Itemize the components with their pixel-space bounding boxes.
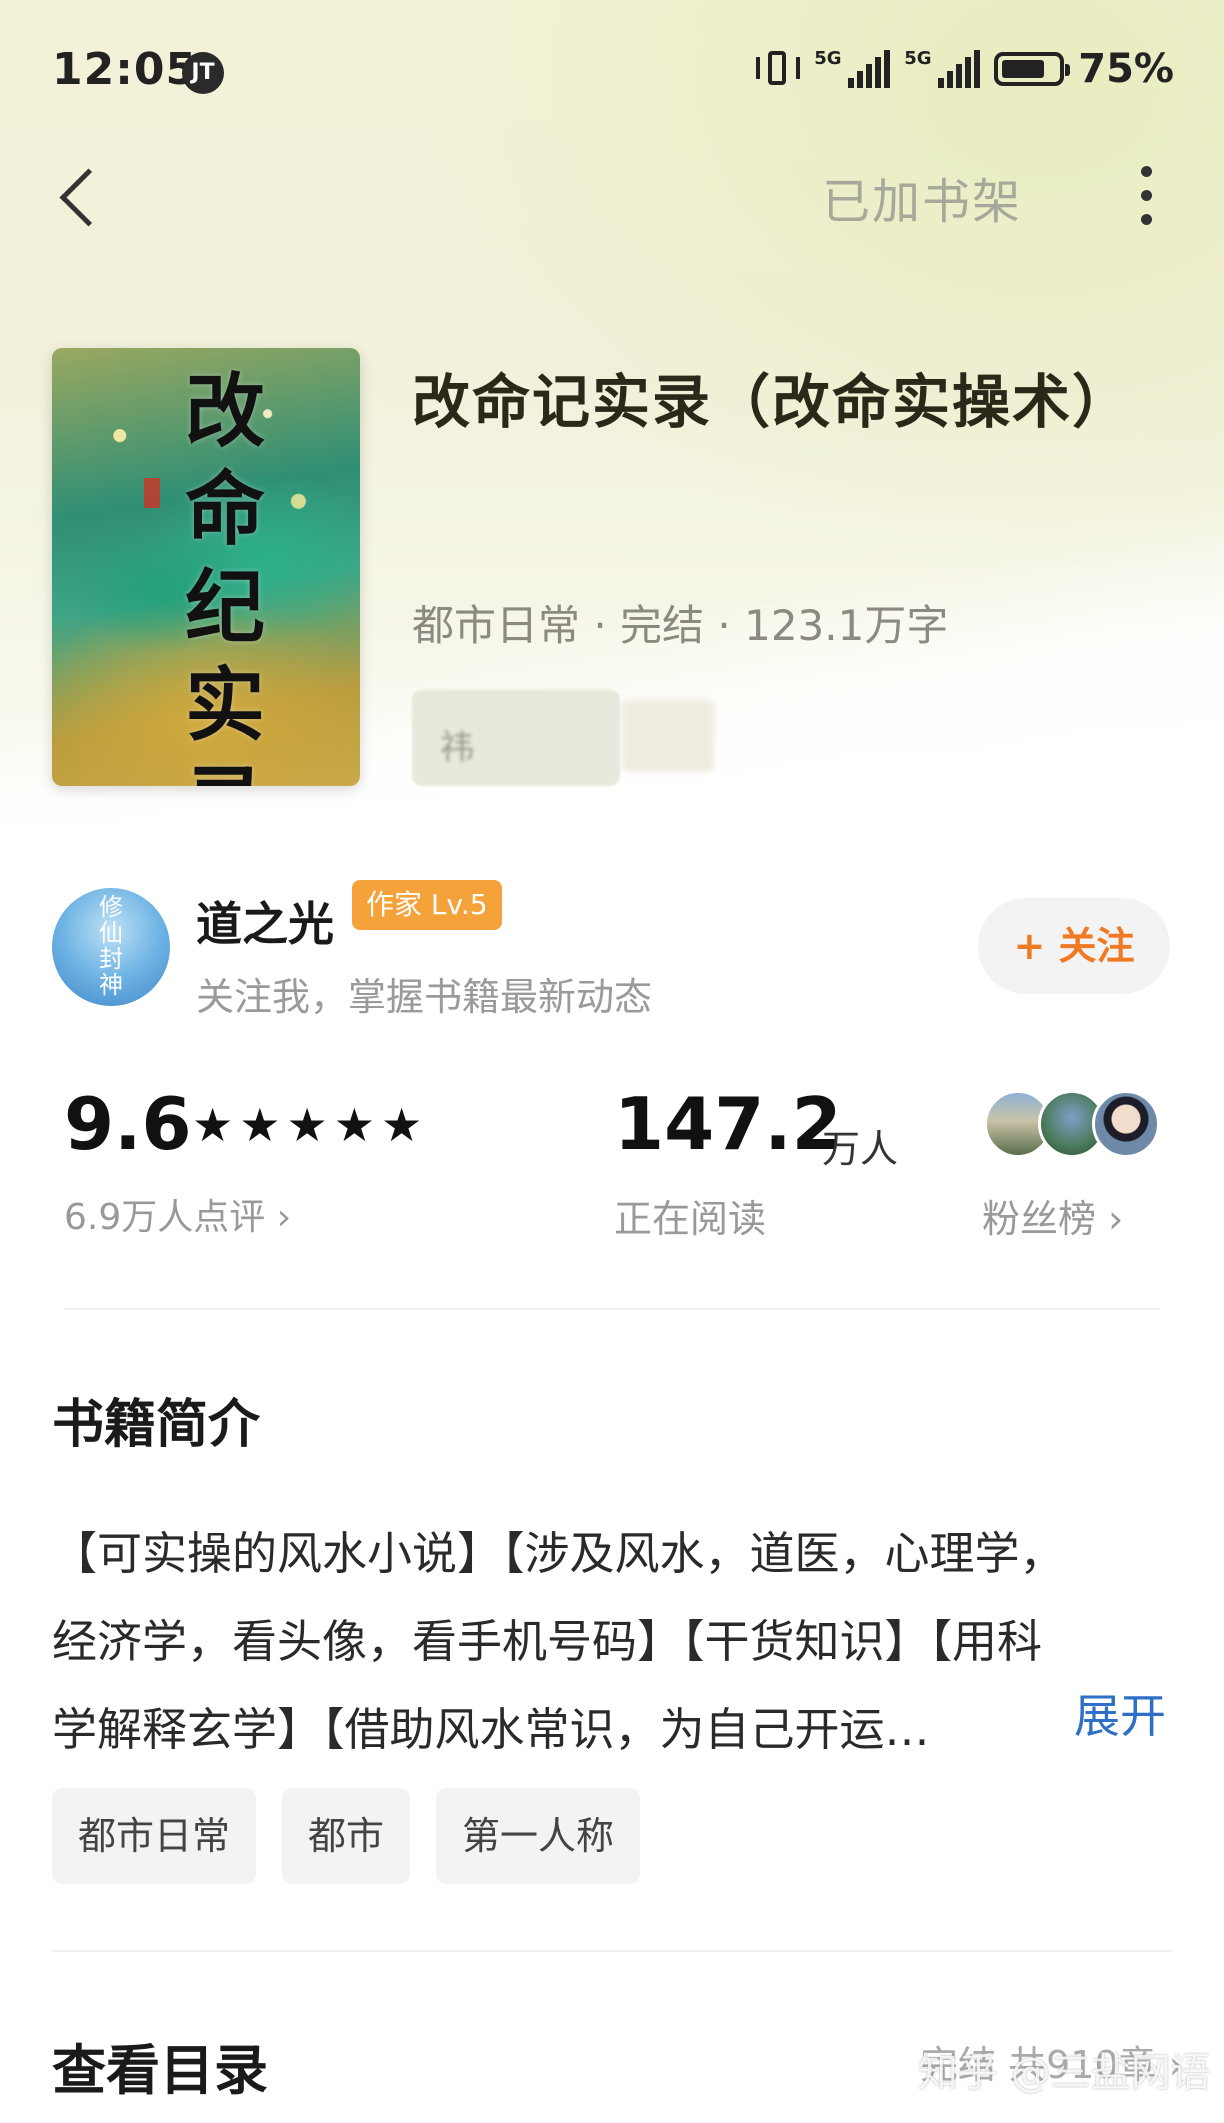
intro-text: 【可实操的风水小说】【涉及风水，道医，心理学， 经济学，看头像，看手机号码】【干… (52, 1510, 1172, 1774)
readers-unit: 万人 (822, 1127, 899, 1171)
more-dots-icon (1141, 166, 1152, 177)
blurred-text: 祎 (440, 728, 474, 768)
intro-line: 经济学，看头像，看手机号码】【干货知识】【用科 (52, 1615, 1043, 1668)
rating-count-link[interactable]: 6.9万人点评 › (64, 1188, 291, 1240)
battery-percent: 75% (1078, 46, 1174, 92)
author-avatar[interactable]: 修仙封神 (52, 888, 170, 1006)
more-options-button[interactable] (1128, 160, 1164, 230)
signal-icon-2: 5G (904, 48, 981, 88)
cover-title: 改命纪实录 (185, 364, 265, 786)
back-button[interactable] (50, 155, 118, 235)
battery-icon (994, 52, 1071, 86)
intro-line: 学解释玄学】【借助风水常识，为自己开运… (52, 1703, 930, 1756)
chevron-left-icon (59, 168, 118, 227)
vibrate-icon (756, 49, 801, 89)
fans-rank-link[interactable]: 粉丝榜 › (982, 1188, 1123, 1243)
intro-title: 书籍简介 (52, 1395, 261, 1455)
avatar-text: 修仙封神 (99, 893, 123, 999)
star-rating-icon: ★★★★★ (192, 1098, 429, 1152)
status-time: 12:05 (52, 44, 198, 95)
network-type-2: 5G (904, 48, 932, 69)
readers-label: 正在阅读 (614, 1197, 767, 1241)
tag-chip[interactable]: 都市日常 (52, 1788, 257, 1884)
tag-chip[interactable]: 第一人称 (436, 1788, 641, 1884)
book-title: 改命记实录（改命实操术） (412, 368, 1133, 436)
rating-score: 9.6 (64, 1082, 192, 1166)
follow-button[interactable]: + 关注 (978, 898, 1170, 994)
expand-button[interactable]: 展开 (1074, 1680, 1166, 1746)
watermark: 知乎 @三盐网语 (918, 2050, 1211, 2096)
signal-icon-1: 5G (814, 48, 891, 88)
tag-chip[interactable]: 都市 (282, 1788, 411, 1884)
added-to-shelf-button[interactable]: 已加书架 (822, 162, 1022, 232)
status-bar: 12:05 JT 5G 5G 75% (0, 30, 1224, 110)
tag-list: 都市日常 都市 第一人称 (52, 1788, 641, 1884)
author-level-badge: 作家 Lv.5 (352, 880, 502, 930)
toc-title[interactable]: 查看目录 (52, 2026, 268, 2105)
readers-count: 147.2 (614, 1082, 842, 1166)
author-subtitle: 关注我，掌握书籍最新动态 (196, 975, 653, 1019)
divider (52, 1950, 1172, 1952)
cover-seal (144, 478, 160, 508)
author-name[interactable]: 道之光 (196, 888, 334, 954)
book-cover[interactable]: 改命纪实录 (52, 348, 360, 786)
status-icons: 5G 5G 75% (756, 46, 1174, 92)
intro-line: 【可实操的风水小说】【涉及风水，道医，心理学， (52, 1527, 1065, 1580)
divider (64, 1308, 1160, 1310)
fan-avatars[interactable] (984, 1090, 1164, 1162)
notification-badge-icon: JT (182, 52, 224, 94)
fan-avatar (1092, 1090, 1160, 1158)
book-meta: 都市日常 · 完结 · 123.1万字 (412, 601, 949, 650)
network-type: 5G (814, 48, 842, 69)
